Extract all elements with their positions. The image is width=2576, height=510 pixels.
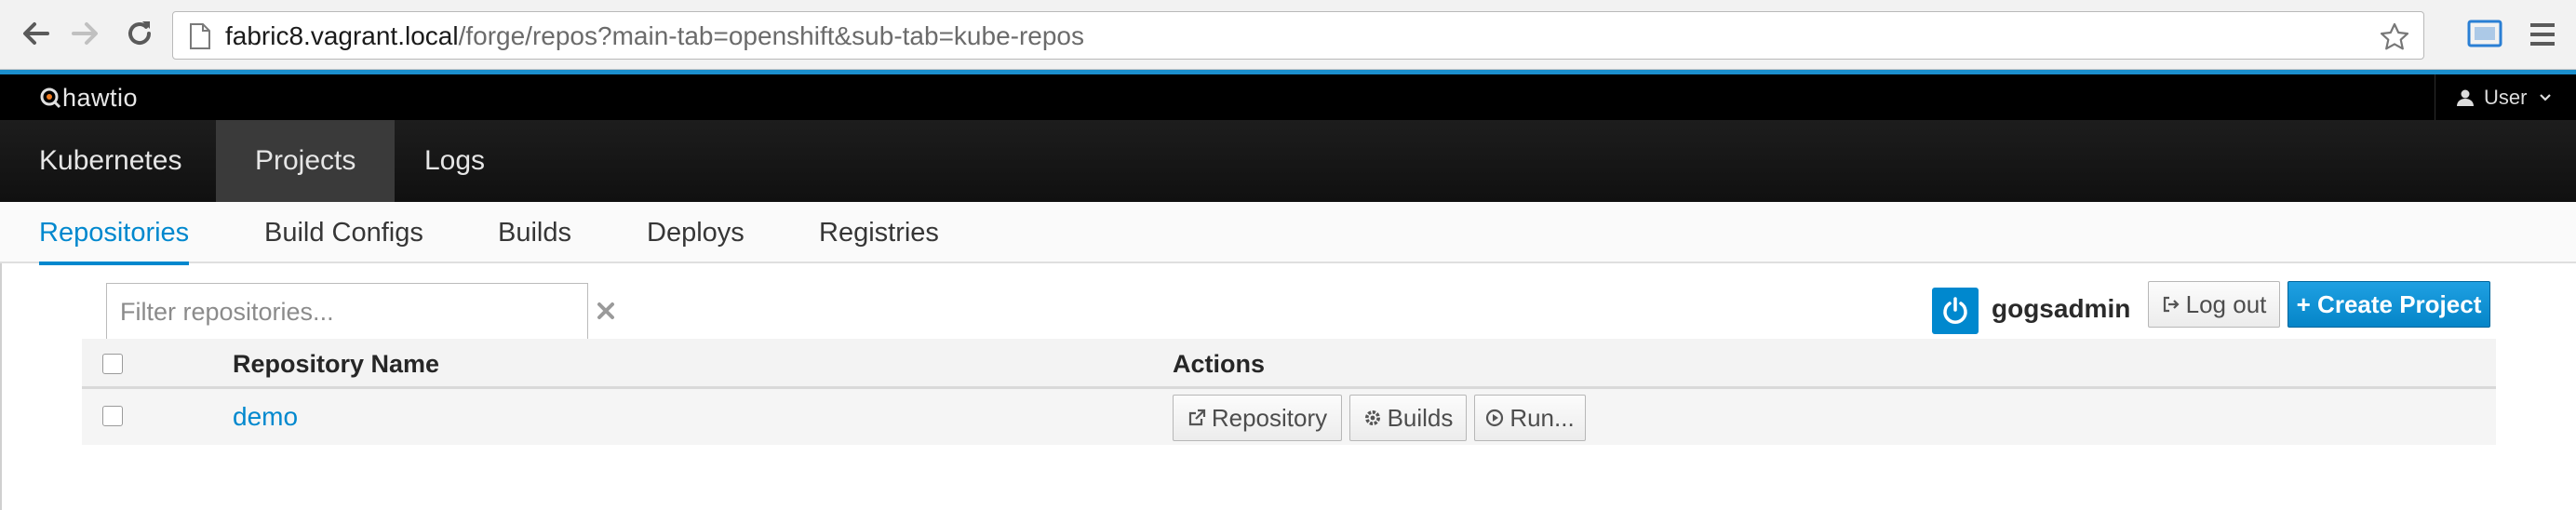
tab-kubernetes[interactable]: Kubernetes: [0, 120, 221, 202]
play-circle-icon: [1486, 409, 1504, 427]
builds-button[interactable]: Builds: [1349, 395, 1467, 441]
column-repository-name: Repository Name: [233, 350, 440, 378]
reload-icon[interactable]: [119, 13, 160, 54]
user-avatar: [1932, 288, 1979, 334]
subtab-build-configs[interactable]: Build Configs: [264, 202, 423, 263]
cast-extension-icon[interactable]: [2466, 16, 2503, 53]
gear-icon: [1364, 410, 1380, 425]
sign-out-icon: [2163, 296, 2180, 313]
subtab-registries[interactable]: Registries: [819, 202, 939, 263]
column-actions: Actions: [1173, 350, 1266, 378]
subtab-builds[interactable]: Builds: [498, 202, 571, 263]
logout-label: Log out: [2185, 289, 2267, 318]
clear-filter-icon[interactable]: [596, 301, 616, 321]
page-icon: [190, 23, 210, 49]
url-host: fabric8.vagrant.local: [225, 21, 459, 50]
hawtio-logo-icon: [40, 87, 61, 109]
url-text: fabric8.vagrant.local/forge/repos?main-t…: [225, 21, 1084, 51]
table-header: Repository Name Actions: [82, 339, 2496, 389]
forward-arrow-icon[interactable]: [65, 13, 106, 54]
table-row: demo Repository Builds Run...: [82, 389, 2496, 445]
page-border: [0, 263, 2, 510]
logout-button[interactable]: Log out: [2148, 281, 2280, 328]
user-icon: [2457, 89, 2474, 106]
run-button-label: Run...: [1509, 403, 1575, 432]
subtab-repositories[interactable]: Repositories: [39, 202, 190, 265]
browser-toolbar: fabric8.vagrant.local/forge/repos?main-t…: [0, 0, 2576, 70]
tab-projects[interactable]: Projects: [216, 120, 396, 202]
repository-button[interactable]: Repository: [1173, 395, 1342, 441]
repository-link[interactable]: demo: [233, 402, 298, 432]
power-icon: [1943, 297, 1967, 324]
filter-repositories-input[interactable]: [106, 283, 588, 341]
repository-button-label: Repository: [1211, 403, 1328, 432]
username: gogsadmin: [1992, 294, 2131, 323]
create-project-button[interactable]: + Create Project: [2288, 281, 2490, 328]
builds-button-label: Builds: [1387, 403, 1454, 432]
subtab-deploys[interactable]: Deploys: [647, 202, 745, 263]
app-header: hawtio User: [0, 74, 2576, 120]
tab-logs[interactable]: Logs: [385, 120, 524, 202]
create-project-label: + Create Project: [2296, 289, 2482, 318]
url-path: /forge/repos?main-tab=openshift&sub-tab=…: [458, 21, 1085, 50]
sub-navigation: Repositories Build Configs Builds Deploy…: [0, 202, 2576, 265]
run-button[interactable]: Run...: [1474, 395, 1586, 441]
address-bar[interactable]: fabric8.vagrant.local/forge/repos?main-t…: [172, 11, 2424, 60]
row-checkbox[interactable]: [102, 406, 123, 426]
chrome-menu-icon[interactable]: [2527, 19, 2558, 50]
select-all-checkbox[interactable]: [102, 354, 123, 374]
bookmark-star-icon[interactable]: [2379, 21, 2410, 53]
back-arrow-icon[interactable]: [15, 13, 56, 54]
user-menu-label: User: [2484, 85, 2528, 109]
main-navigation: Kubernetes Projects Logs: [0, 120, 2576, 202]
user-menu[interactable]: User: [2435, 74, 2576, 120]
external-link-icon: [1188, 409, 1205, 426]
hawtio-logo[interactable]: hawtio: [39, 82, 138, 114]
logo-text: hawtio: [62, 84, 139, 112]
chevron-down-icon: [2540, 93, 2552, 101]
